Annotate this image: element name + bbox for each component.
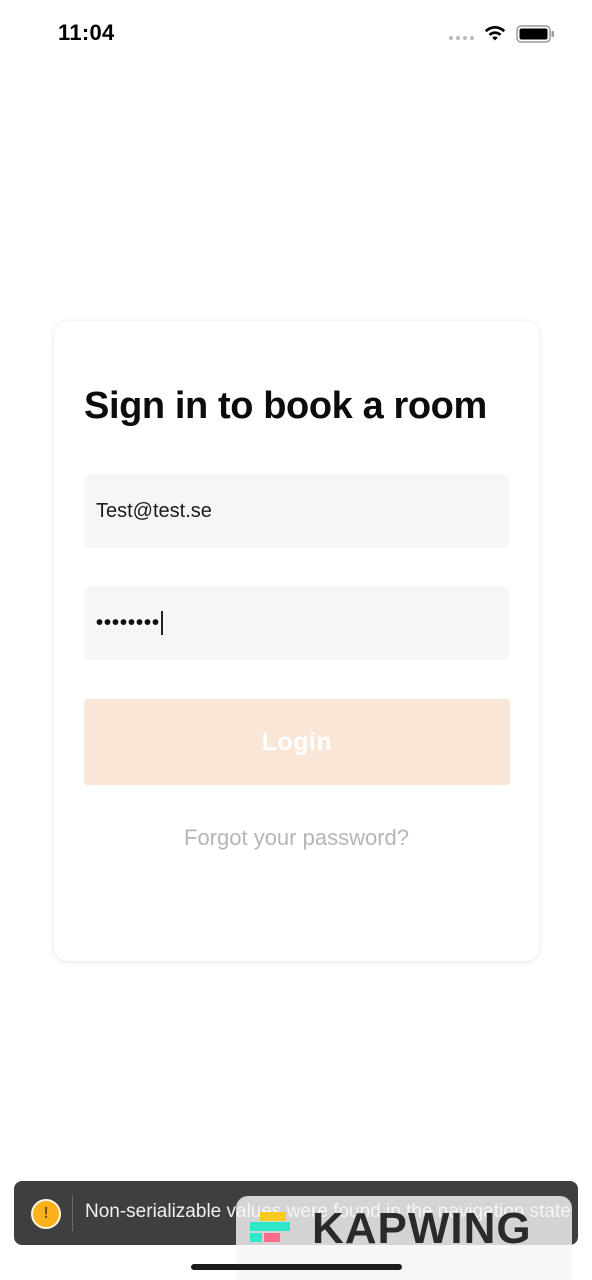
battery-icon: [516, 25, 554, 43]
password-value: ••••••••: [96, 611, 161, 634]
login-button-label: Login: [261, 727, 333, 756]
login-button[interactable]: Login: [84, 699, 510, 785]
email-value: Test@test.se: [96, 499, 212, 522]
home-indicator[interactable]: [191, 1264, 402, 1270]
forgot-password-link[interactable]: Forgot your password?: [54, 825, 539, 851]
toast-divider: [72, 1195, 73, 1231]
status-time: 11:04: [58, 20, 115, 45]
warning-icon: !: [31, 1199, 61, 1229]
status-bar: 11:04: [0, 0, 592, 70]
cellular-signal-icon: [449, 36, 474, 40]
watermark-text: KAPWING: [312, 1204, 532, 1253]
login-card: Sign in to book a room Test@test.se ••••…: [54, 321, 539, 961]
kapwing-logo-icon: [250, 1212, 290, 1242]
page-title: Sign in to book a room: [84, 385, 487, 427]
text-caret: [161, 611, 164, 635]
password-field[interactable]: ••••••••: [84, 586, 509, 660]
email-field[interactable]: Test@test.se: [84, 474, 509, 548]
wifi-icon: [484, 26, 506, 41]
